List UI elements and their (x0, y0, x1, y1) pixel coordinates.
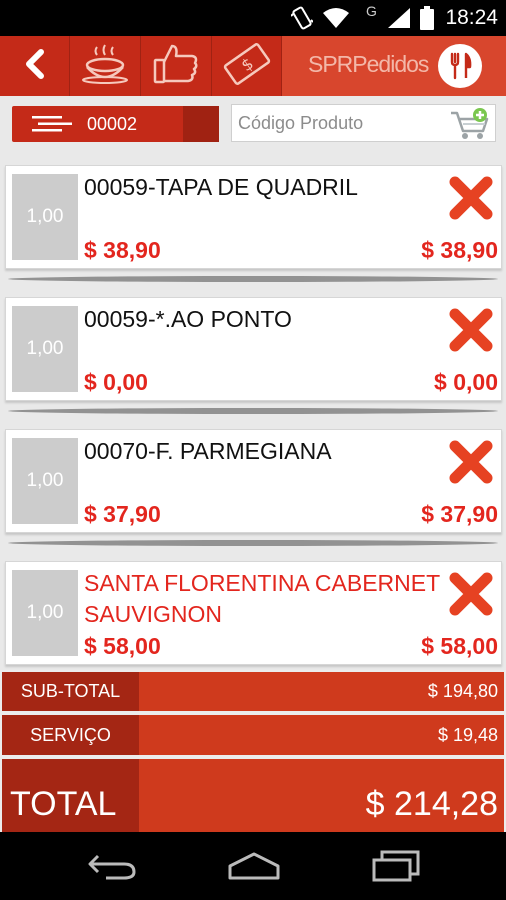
app-title: SPRPedidos (308, 51, 429, 77)
brand-area: SPRPedidos (282, 36, 506, 96)
order-toolbar: 00002 (0, 96, 506, 154)
item-name: 00059-*.AO PONTO (84, 306, 292, 332)
item-quantity[interactable]: 1,00 (12, 174, 78, 260)
order-number: 00002 (87, 114, 138, 134)
item-total-price: $ 58,00 (421, 633, 498, 659)
wifi-icon (322, 6, 350, 35)
item-divider (8, 276, 498, 282)
total-value: $ 214,28 (139, 759, 504, 832)
service-value: $ 19,48 (139, 715, 504, 755)
subtotal-value: $ 194,80 (139, 672, 504, 711)
list-item[interactable]: 1,00 SANTA FLORENTINA CABERNET SAUVIGNON… (5, 561, 502, 665)
nav-back-icon[interactable] (86, 850, 138, 887)
totals-panel: SUB-TOTAL $ 194,80 SERVIÇO $ 19,48 TOTAL… (0, 670, 506, 832)
status-bar: G 18:24 (0, 0, 506, 36)
item-unit-price: $ 37,90 (84, 501, 161, 527)
item-divider (8, 540, 498, 546)
delete-item-icon[interactable] (447, 570, 495, 618)
vibrate-icon (290, 6, 314, 35)
total-row: TOTAL $ 214,28 (2, 759, 504, 832)
list-item[interactable]: 1,00 00059-TAPA DE QUADRIL $ 38,90 $ 38,… (5, 165, 502, 269)
item-unit-price: $ 38,90 (84, 237, 161, 263)
item-total-price: $ 37,90 (421, 501, 498, 527)
item-unit-price: $ 0,00 (84, 369, 148, 395)
thumbs-up-icon (152, 42, 200, 91)
nav-recents-icon[interactable] (370, 850, 422, 887)
battery-icon (420, 6, 434, 35)
total-label: TOTAL (2, 759, 139, 832)
list-item[interactable]: 1,00 00059-*.AO PONTO $ 0,00 $ 0,00 (5, 297, 502, 401)
item-quantity[interactable]: 1,00 (12, 570, 78, 656)
action-bar: $ SPRPedidos (0, 36, 506, 96)
item-total-price: $ 38,90 (421, 237, 498, 263)
list-icon (32, 116, 72, 137)
delete-item-icon[interactable] (447, 438, 495, 486)
order-button-tail (183, 106, 219, 142)
product-code-field (231, 104, 496, 142)
add-to-cart-icon[interactable] (449, 107, 491, 146)
menu-dishes-button[interactable] (70, 36, 141, 96)
product-code-input[interactable] (232, 105, 447, 141)
service-row: SERVIÇO $ 19,48 (2, 715, 504, 755)
item-name: 00070-F. PARMEGIANA (84, 438, 332, 464)
back-button[interactable] (0, 36, 70, 96)
item-total-price: $ 0,00 (434, 369, 498, 395)
subtotal-label: SUB-TOTAL (2, 672, 139, 711)
item-quantity[interactable]: 1,00 (12, 306, 78, 392)
dishes-icon (81, 43, 129, 90)
cell-signal-icon (386, 6, 412, 35)
like-button[interactable] (141, 36, 212, 96)
status-clock: 18:24 (445, 6, 498, 29)
cutlery-icon[interactable] (438, 44, 482, 88)
subtotal-row: SUB-TOTAL $ 194,80 (2, 672, 504, 711)
service-label: SERVIÇO (2, 715, 139, 755)
item-name: SANTA FLORENTINA CABERNET SAUVIGNON (84, 570, 440, 627)
back-icon (23, 48, 47, 84)
money-icon: $ (223, 42, 271, 90)
item-name: 00059-TAPA DE QUADRIL (84, 174, 358, 200)
system-nav-bar (0, 832, 506, 900)
item-quantity[interactable]: 1,00 (12, 438, 78, 524)
item-unit-price: $ 58,00 (84, 633, 161, 659)
order-select-button[interactable]: 00002 (12, 106, 219, 142)
payment-button[interactable]: $ (212, 36, 282, 96)
delete-item-icon[interactable] (447, 174, 495, 222)
network-type: G (366, 3, 377, 19)
nav-home-icon[interactable] (226, 850, 282, 887)
item-divider (8, 408, 498, 414)
delete-item-icon[interactable] (447, 306, 495, 354)
list-item[interactable]: 1,00 00070-F. PARMEGIANA $ 37,90 $ 37,90 (5, 429, 502, 533)
